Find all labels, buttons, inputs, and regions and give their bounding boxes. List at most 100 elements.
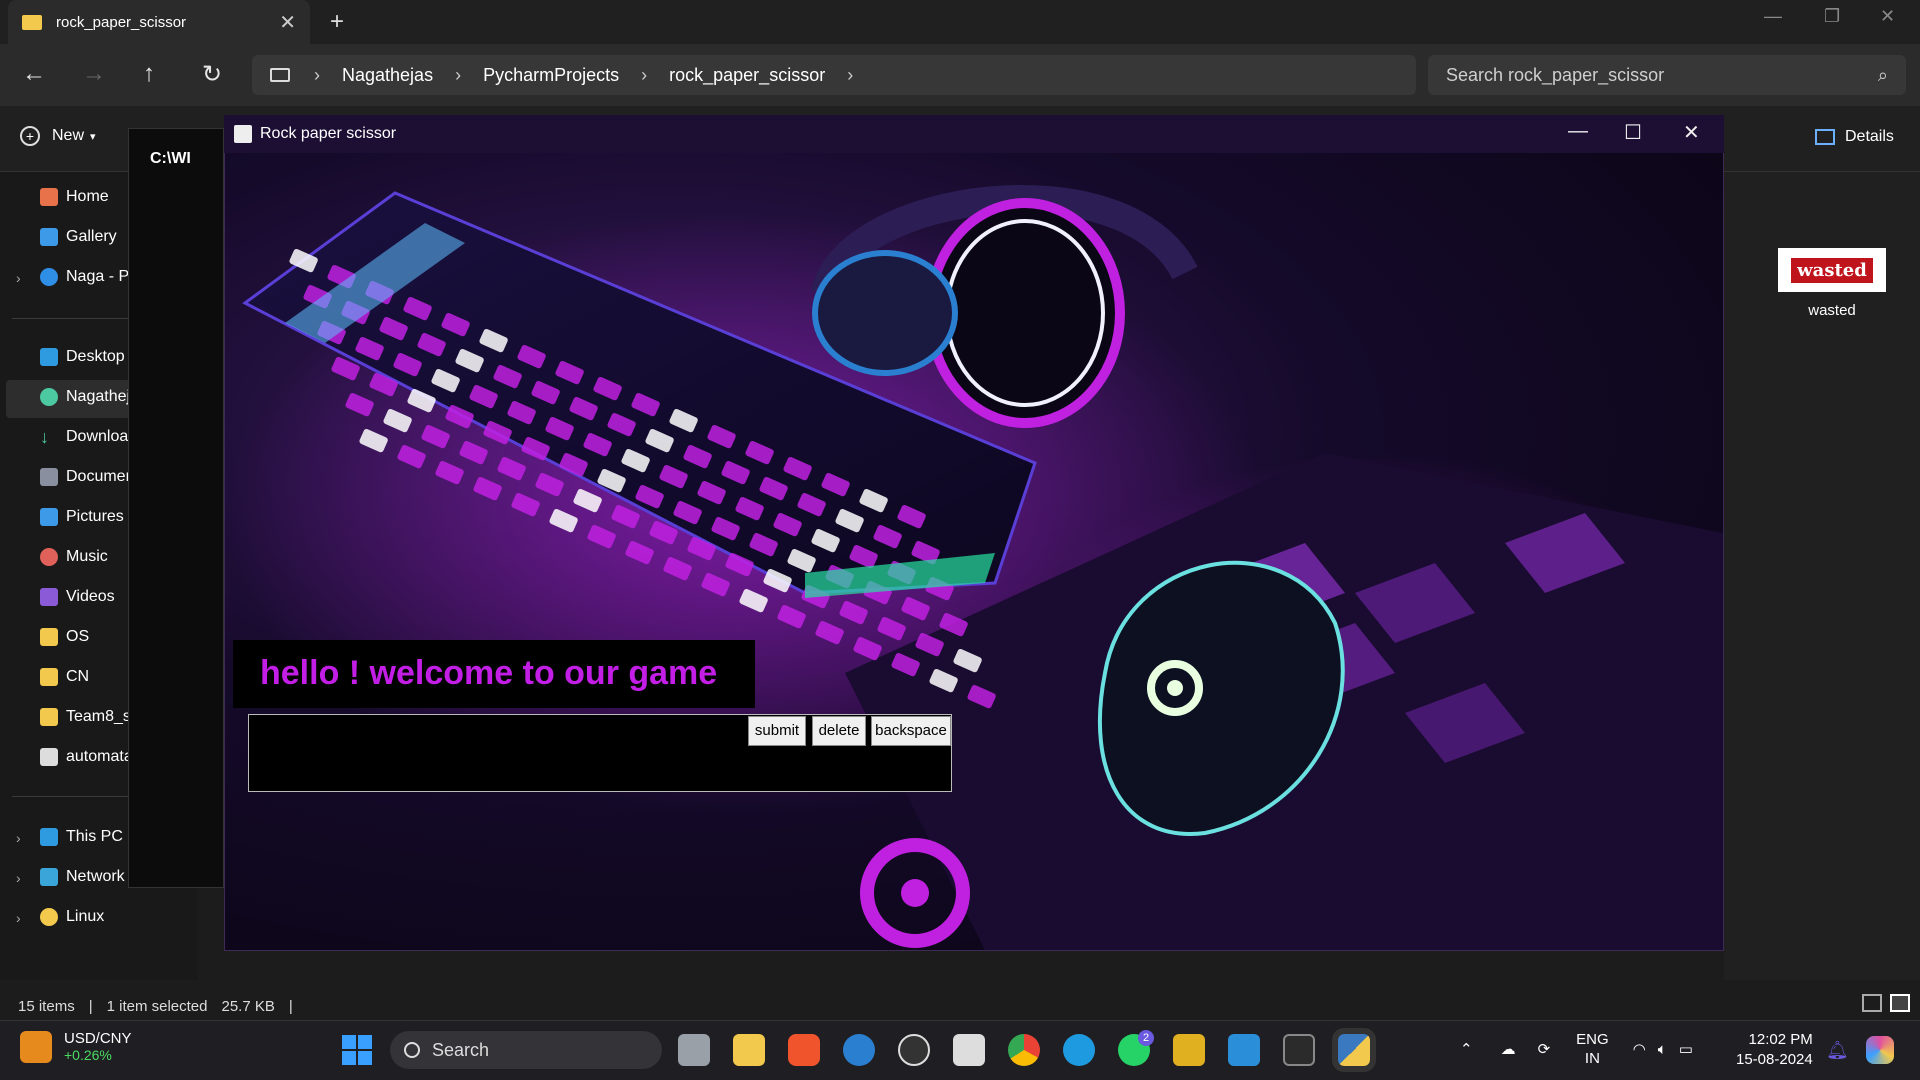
- sidebar-item-linux[interactable]: Linux: [40, 908, 130, 926]
- battery-icon[interactable]: ▭: [1679, 1040, 1693, 1058]
- task-view-icon[interactable]: [678, 1034, 710, 1066]
- sidebar-item-network[interactable]: Network: [40, 868, 130, 886]
- sidebar-item-documents[interactable]: Documents: [40, 468, 130, 486]
- forward-icon[interactable]: →: [82, 60, 106, 88]
- tiles-view-icon[interactable]: [1890, 994, 1910, 1012]
- sidebar-item-gallery[interactable]: Gallery: [40, 228, 130, 246]
- file-view: [1724, 172, 1920, 980]
- notification-badge: 2: [1138, 1030, 1154, 1046]
- maximize-icon[interactable]: ☐: [1624, 120, 1642, 145]
- start-button[interactable]: [342, 1035, 372, 1065]
- chevron-right-icon[interactable]: ›: [847, 65, 853, 86]
- ticker-symbol: USD/CNY: [64, 1030, 132, 1047]
- app-icon[interactable]: [843, 1034, 875, 1066]
- brave-icon[interactable]: [788, 1034, 820, 1066]
- new-label: New: [52, 127, 85, 144]
- game-title-bar: Rock paper scissor: [224, 115, 1724, 153]
- home-icon: [40, 188, 58, 206]
- chevron-right-icon[interactable]: ›: [16, 910, 21, 926]
- minimize-icon[interactable]: —: [1568, 120, 1588, 143]
- details-button[interactable]: Details: [1815, 128, 1894, 146]
- file-icon: [40, 748, 58, 766]
- chevron-right-icon: ›: [641, 64, 648, 85]
- cmd-window-title: C:\WI: [150, 150, 191, 167]
- folder-icon: [40, 668, 58, 686]
- sidebar-item-os[interactable]: OS: [40, 628, 130, 646]
- music-icon: [40, 548, 58, 566]
- status-separator: |: [288, 997, 293, 1015]
- restore-icon[interactable]: ❐: [1824, 6, 1840, 27]
- sidebar-item-downloads[interactable]: ↓Downloads: [40, 428, 130, 446]
- backspace-button[interactable]: backspace: [871, 716, 951, 746]
- notification-bell-icon[interactable]: 🔔︎: [1826, 1040, 1849, 1061]
- date: 15-08-2024: [1736, 1051, 1813, 1068]
- cloud-icon: [40, 268, 58, 286]
- sidebar-item-cn[interactable]: CN: [40, 668, 130, 686]
- close-tab-icon[interactable]: ✕: [279, 10, 296, 35]
- video-icon: [40, 588, 58, 606]
- gallery-icon: [40, 228, 58, 246]
- item-count: 15 items: [18, 997, 75, 1015]
- chrome-icon[interactable]: [1008, 1034, 1040, 1066]
- chevron-right-icon[interactable]: ›: [16, 830, 21, 846]
- sidebar-item-team[interactable]: Team8_su: [40, 708, 130, 726]
- chevron-right-icon[interactable]: ›: [16, 870, 21, 886]
- file-explorer-icon[interactable]: [733, 1034, 765, 1066]
- dell-icon[interactable]: [898, 1034, 930, 1066]
- details-view-icon[interactable]: [1862, 994, 1882, 1012]
- breadcrumb-item[interactable]: Nagathejas: [342, 65, 433, 86]
- refresh-icon[interactable]: ↻: [202, 60, 222, 89]
- sidebar-item-music[interactable]: Music: [40, 548, 130, 566]
- file-name[interactable]: wasted: [1778, 302, 1886, 319]
- notepad-icon[interactable]: [1228, 1034, 1260, 1066]
- back-icon[interactable]: ←: [22, 60, 46, 88]
- download-icon: ↓: [40, 428, 49, 446]
- store-icon[interactable]: [953, 1034, 985, 1066]
- clock[interactable]: 12:02 PM 15-08-2024: [1736, 1030, 1813, 1070]
- system-tray: ⌃ ☁ ⟳ ENG IN ◠ 🔈︎ ▭: [1460, 1030, 1693, 1068]
- address-bar[interactable]: › Nagathejas › PycharmProjects › rock_pa…: [252, 55, 1416, 95]
- breadcrumb-item[interactable]: PycharmProjects: [483, 65, 619, 86]
- sidebar-item-desktop[interactable]: Desktop: [40, 348, 130, 366]
- network-icon: [40, 868, 58, 886]
- close-icon[interactable]: ✕: [1683, 120, 1700, 145]
- new-tab-button[interactable]: +: [330, 8, 344, 36]
- sidebar-item-onedrive[interactable]: Naga - Pe: [40, 268, 130, 286]
- submit-button[interactable]: submit: [748, 716, 806, 746]
- volume-icon[interactable]: 🔈︎: [1658, 1041, 1667, 1058]
- search-input[interactable]: Search rock_paper_scissor ⌕: [1428, 55, 1906, 95]
- edge-icon[interactable]: [1063, 1034, 1095, 1066]
- wifi-icon[interactable]: ◠: [1633, 1040, 1646, 1058]
- sidebar-item-user[interactable]: Nagathejas: [40, 388, 130, 406]
- up-icon[interactable]: ↑: [143, 60, 155, 88]
- minimize-icon[interactable]: —: [1764, 6, 1782, 27]
- computer-icon: [270, 68, 290, 82]
- sync-icon[interactable]: ⟳: [1538, 1040, 1551, 1058]
- stock-widget[interactable]: USD/CNY +0.26%: [20, 1030, 132, 1063]
- sidebar-item-thispc[interactable]: This PC: [40, 828, 130, 846]
- delete-button[interactable]: delete: [812, 716, 866, 746]
- close-window-icon[interactable]: ✕: [1880, 6, 1895, 27]
- app-icon[interactable]: [1173, 1034, 1205, 1066]
- sidebar-item-automata[interactable]: automata: [40, 748, 130, 766]
- cmd-window[interactable]: [128, 128, 224, 888]
- sidebar-item-videos[interactable]: Videos: [40, 588, 130, 606]
- file-thumbnail[interactable]: wasted: [1778, 248, 1886, 292]
- copilot-icon[interactable]: [1866, 1036, 1894, 1064]
- app-icon: [234, 125, 252, 143]
- search-icon: ⌕: [1877, 64, 1888, 85]
- onedrive-icon[interactable]: ☁: [1501, 1040, 1516, 1058]
- breadcrumb-item[interactable]: rock_paper_scissor: [669, 65, 825, 86]
- language-indicator[interactable]: ENG IN: [1576, 1030, 1609, 1068]
- new-button[interactable]: + New ▾: [20, 126, 96, 146]
- chevron-right-icon[interactable]: ›: [16, 270, 21, 286]
- python-icon[interactable]: [1332, 1028, 1376, 1072]
- terminal-icon[interactable]: [1283, 1034, 1315, 1066]
- sidebar-item-pictures[interactable]: Pictures: [40, 508, 130, 526]
- chevron-up-icon[interactable]: ⌃: [1460, 1040, 1473, 1058]
- status-separator: |: [88, 997, 93, 1015]
- taskbar-search[interactable]: Search: [390, 1031, 662, 1069]
- thumbnail-text: wasted: [1791, 257, 1873, 283]
- sidebar-item-home[interactable]: Home: [40, 188, 130, 206]
- explorer-tab[interactable]: rock_paper_scissor ✕: [8, 0, 310, 44]
